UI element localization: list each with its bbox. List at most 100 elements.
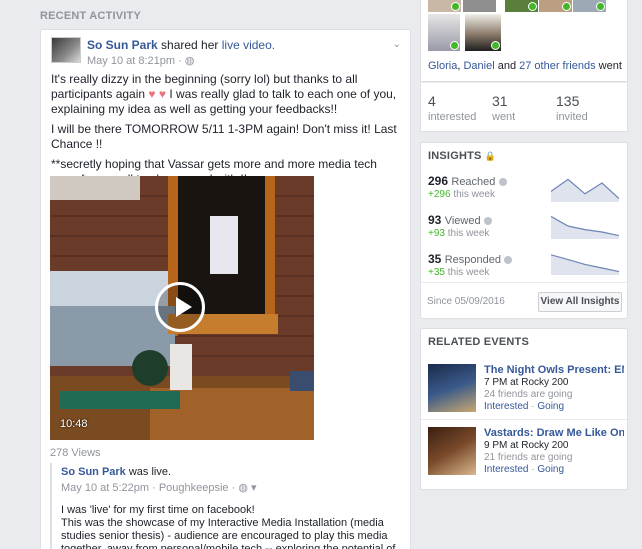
video-player[interactable]: 10:48 xyxy=(50,176,314,440)
stat-label: interested xyxy=(428,111,477,123)
metric-delta: +296 this week xyxy=(428,189,507,200)
post-paragraph: I will be there TOMORROW 5/11 1-3PM agai… xyxy=(51,122,397,151)
metric-viewed[interactable]: 93 Viewed +93 this week xyxy=(428,213,492,239)
insights-card: INSIGHTS 🔒 296 Reached +296 this week 93… xyxy=(420,142,628,319)
insights-title: INSIGHTS 🔒 xyxy=(428,150,496,162)
stat-went[interactable]: 31 went xyxy=(492,93,515,123)
shared-meta-text: May 10 at 5:22pm · Poughkeepsie · xyxy=(61,482,239,494)
friend-avatar[interactable] xyxy=(428,14,460,51)
event-friends-going: 21 friends are going xyxy=(484,452,573,463)
metric-delta: +35 this week xyxy=(428,267,512,278)
delta-suffix: this week xyxy=(447,267,490,278)
friend-link-daniel[interactable]: Daniel xyxy=(463,60,494,72)
interested-link[interactable]: Interested xyxy=(484,401,528,412)
info-icon[interactable] xyxy=(483,216,492,225)
action-text: shared her xyxy=(161,38,219,52)
sparkline-responded xyxy=(551,254,619,275)
event-time: 7 PM at Rocky 200 xyxy=(484,377,569,388)
video-duration: 10:48 xyxy=(60,418,88,430)
shared-body-line: This was the showcase of my Interactive … xyxy=(61,517,396,549)
shared-action: was live. xyxy=(128,466,172,478)
sparkline-reached xyxy=(551,178,619,202)
info-icon[interactable] xyxy=(498,177,507,186)
post-card: So Sun Park shared her live video. May 1… xyxy=(40,29,411,549)
shared-meta[interactable]: May 10 at 5:22pm · Poughkeepsie · ◍ ▾ xyxy=(61,481,402,494)
recent-activity-heading: RECENT ACTIVITY xyxy=(40,10,141,22)
insights-title-text: INSIGHTS xyxy=(428,150,482,162)
play-button[interactable] xyxy=(155,282,205,332)
info-icon[interactable] xyxy=(504,255,513,264)
metric-delta: +93 this week xyxy=(428,228,492,239)
checkmark-icon xyxy=(491,41,500,50)
chevron-down-icon[interactable]: ▾ xyxy=(251,482,257,494)
live-video-link[interactable]: live video. xyxy=(222,38,275,52)
friend-link-gloria[interactable]: Gloria xyxy=(428,60,457,72)
other-friends-link[interactable]: 27 other friends xyxy=(519,60,595,72)
author-avatar[interactable] xyxy=(51,37,81,63)
stat-number: 31 xyxy=(492,93,508,109)
shared-body-line: I was 'live' for my first time on facebo… xyxy=(61,504,255,516)
friends-went-text: Gloria, Daniel and 27 other friends went xyxy=(428,60,622,72)
event-divider xyxy=(421,419,627,420)
went-text: went xyxy=(598,60,622,72)
friend-avatar[interactable] xyxy=(505,0,538,12)
stat-number: 4 xyxy=(428,93,436,109)
shared-post: So Sun Park was live. May 10 at 5:22pm ·… xyxy=(50,463,402,549)
shared-headline: So Sun Park was live. xyxy=(61,466,402,478)
metric-value: 93 xyxy=(428,213,442,227)
checkmark-icon xyxy=(596,2,605,11)
event-title-link[interactable]: The Night Owls Present: EMO... xyxy=(484,364,624,376)
friend-avatar[interactable] xyxy=(465,14,501,51)
lock-icon: 🔒 xyxy=(484,151,497,161)
post-header: So Sun Park shared her live video. May 1… xyxy=(51,37,401,67)
post-timestamp[interactable]: May 10 at 8:21pm · ◍ xyxy=(87,54,194,67)
metric-reached[interactable]: 296 Reached +296 this week xyxy=(428,174,507,200)
stat-interested[interactable]: 4 interested xyxy=(428,93,476,123)
event-actions: Interested · Going xyxy=(484,401,564,412)
event-title-link[interactable]: Vastards: Draw Me Like One O... xyxy=(484,427,624,439)
guest-stats-card: 4 interested 31 went 135 invited xyxy=(420,82,628,132)
going-link[interactable]: Going xyxy=(537,464,564,475)
friend-avatar[interactable] xyxy=(463,0,496,12)
author-name-link[interactable]: So Sun Park xyxy=(87,38,158,52)
metric-label: Responded xyxy=(444,254,501,266)
friends-went-card: Gloria, Daniel and 27 other friends went xyxy=(420,0,628,82)
going-link[interactable]: Going xyxy=(537,401,564,412)
event-friends-going: 24 friends are going xyxy=(484,389,573,400)
post-headline: So Sun Park shared her live video. xyxy=(87,38,275,52)
delta-suffix: this week xyxy=(453,189,495,200)
shared-body: I was 'live' for my first time on facebo… xyxy=(61,504,402,549)
and-text: and xyxy=(497,60,517,72)
stat-label: invited xyxy=(556,111,588,123)
checkmark-icon xyxy=(562,2,571,11)
delta-value: +35 xyxy=(428,267,445,278)
metric-label: Reached xyxy=(451,176,496,188)
metric-responded[interactable]: 35 Responded +35 this week xyxy=(428,252,513,278)
insights-since: Since 05/09/2016 xyxy=(427,296,505,307)
checkmark-icon xyxy=(451,2,460,11)
view-count[interactable]: 278 Views xyxy=(50,447,101,459)
checkmark-icon xyxy=(528,2,537,11)
checkmark-icon xyxy=(450,41,459,50)
shared-author-link[interactable]: So Sun Park xyxy=(61,466,126,478)
chevron-down-icon[interactable]: ⌄ xyxy=(393,39,401,50)
post-time-text: May 10 at 8:21pm · xyxy=(87,55,182,67)
event-thumbnail[interactable] xyxy=(428,427,476,475)
stat-label: went xyxy=(492,111,516,123)
sparkline-viewed xyxy=(551,215,619,239)
friend-avatar[interactable] xyxy=(428,0,461,12)
stat-number: 135 xyxy=(556,93,580,109)
friend-avatar[interactable] xyxy=(539,0,572,12)
related-event-item[interactable]: The Night Owls Present: EMO... 7 PM at R… xyxy=(428,364,624,414)
stat-invited[interactable]: 135 invited xyxy=(556,93,588,123)
post-body: It's really dizzy in the beginning (sorr… xyxy=(51,72,403,192)
metric-value: 296 xyxy=(428,174,449,188)
related-event-item[interactable]: Vastards: Draw Me Like One O... 9 PM at … xyxy=(428,427,624,477)
related-events-card: RELATED EVENTS The Night Owls Present: E… xyxy=(420,328,628,490)
friend-avatar[interactable] xyxy=(573,0,606,12)
insights-divider xyxy=(421,282,627,283)
delta-value: +296 xyxy=(428,189,451,200)
interested-link[interactable]: Interested xyxy=(484,464,528,475)
view-all-insights-button[interactable]: View All Insights xyxy=(538,292,622,312)
event-thumbnail[interactable] xyxy=(428,364,476,412)
